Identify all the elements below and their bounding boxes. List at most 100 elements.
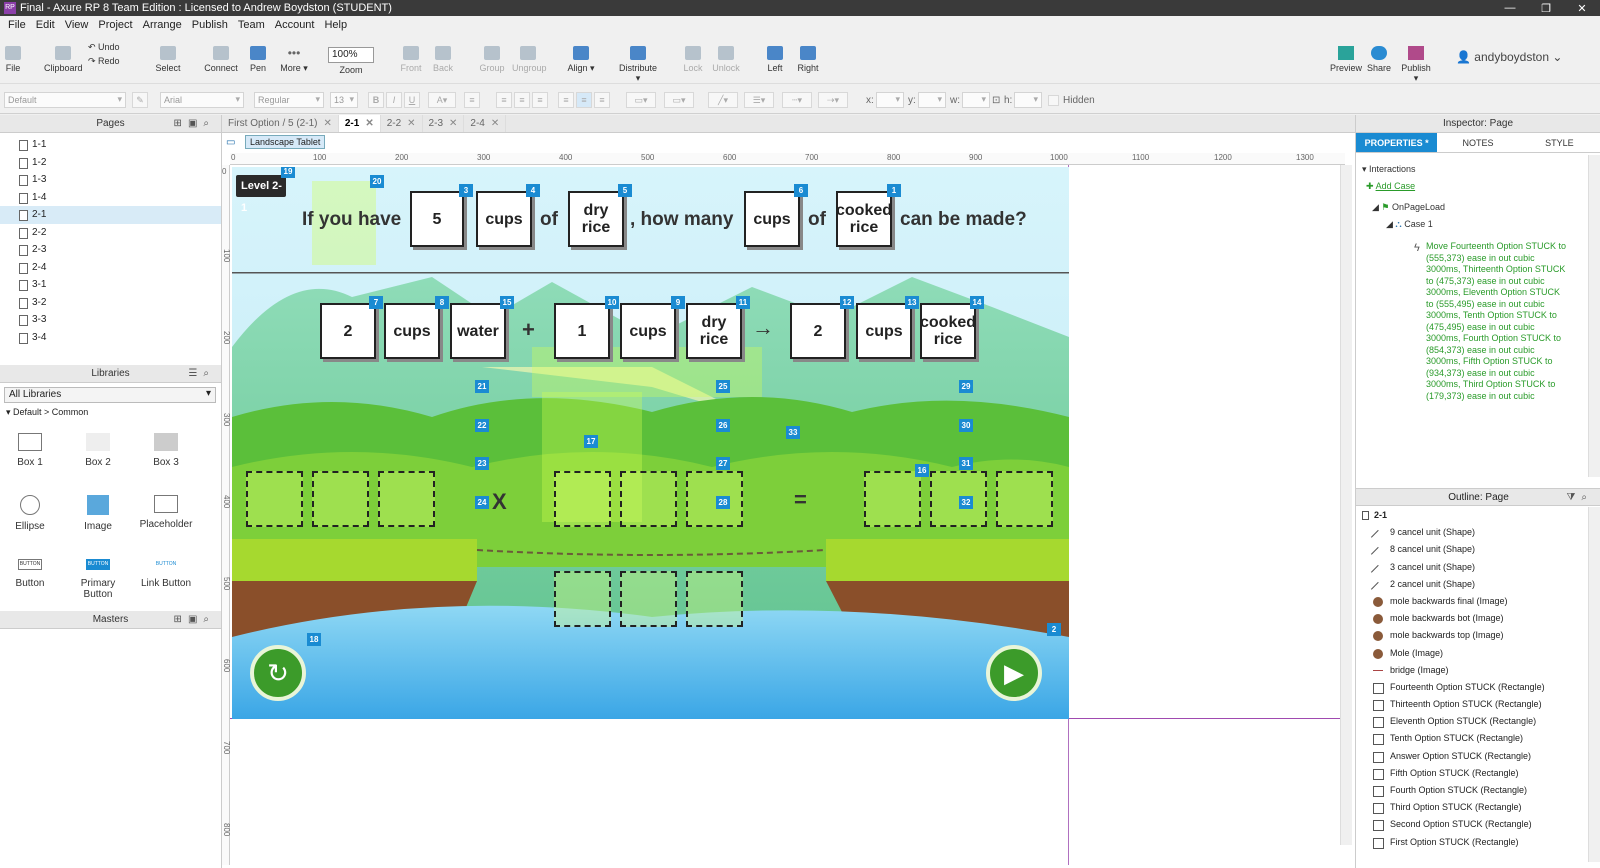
menu-project[interactable]: Project	[93, 19, 137, 31]
drop-slot[interactable]	[554, 571, 611, 627]
hidden-checkbox[interactable]	[1048, 95, 1059, 106]
outline-item[interactable]: Eleventh Option STUCK (Rectangle)	[1356, 713, 1561, 730]
close-icon[interactable]: ✕	[491, 118, 499, 129]
fill-color-icon[interactable]: ▭▾	[626, 92, 656, 108]
minimize-button[interactable]: —	[1492, 2, 1528, 14]
equation-card-cooked-rice[interactable]: cooked rice	[920, 303, 976, 359]
outline-item[interactable]: mole backwards final (Image)	[1356, 593, 1561, 610]
question-card-5[interactable]: 5	[410, 191, 464, 247]
widget-ellipse[interactable]: Ellipse	[0, 495, 60, 532]
page-item[interactable]: 2-2	[0, 224, 221, 242]
align-right-text-icon[interactable]: ≡	[532, 92, 548, 108]
library-select[interactable]: All Libraries	[4, 387, 216, 403]
replay-button[interactable]: ↻	[250, 645, 306, 701]
more-tools-button[interactable]: ••• More ▾	[278, 34, 310, 84]
widget-box2[interactable]: Box 2	[68, 433, 128, 468]
page-item[interactable]: 2-4	[0, 259, 221, 277]
redo-button[interactable]: ↷ Redo	[88, 56, 128, 67]
outline-item[interactable]: Second Option STUCK (Rectangle)	[1356, 816, 1561, 833]
outline-item[interactable]: 3 cancel unit (Shape)	[1356, 559, 1561, 579]
page-item[interactable]: 1-2	[0, 154, 221, 172]
ungroup-button[interactable]: Ungroup	[512, 34, 547, 84]
equation-card-1[interactable]: 1	[554, 303, 610, 359]
menu-view[interactable]: View	[60, 19, 94, 31]
valign-bottom-icon[interactable]: ≡	[594, 92, 610, 108]
unlock-button[interactable]: Unlock	[712, 34, 740, 84]
distribute-button[interactable]: Distribute ▾	[616, 34, 660, 84]
line-color-icon[interactable]: ╱▾	[708, 92, 738, 108]
outline-item[interactable]: bridge (Image)	[1356, 662, 1561, 679]
connect-tool[interactable]: Connect	[204, 34, 238, 84]
outline-item[interactable]: Fourth Option STUCK (Rectangle)	[1356, 782, 1561, 799]
menu-team[interactable]: Team	[233, 19, 270, 31]
canvas-vertical-scrollbar[interactable]	[1340, 165, 1352, 845]
select-tool[interactable]: Select	[148, 34, 188, 84]
equation-card-cups-3[interactable]: cups	[856, 303, 912, 359]
page-item[interactable]: 3-4	[0, 329, 221, 347]
valign-top-icon[interactable]: ≡	[558, 92, 574, 108]
case-1[interactable]: ◢ ⛬ Case 1	[1356, 216, 1600, 233]
adaptive-view-button[interactable]: Landscape Tablet	[245, 135, 326, 149]
clipboard-button[interactable]: Clipboard	[44, 34, 83, 84]
drop-slot[interactable]	[686, 571, 743, 627]
page-item-selected[interactable]: 2-1	[0, 206, 221, 224]
line-style-icon[interactable]: ┄▾	[782, 92, 812, 108]
menu-arrange[interactable]: Arrange	[138, 19, 187, 31]
search-icon[interactable]: ⌕	[203, 614, 215, 625]
send-back-button[interactable]: Back	[430, 34, 456, 84]
drop-slot[interactable]	[620, 571, 677, 627]
outline-item[interactable]: 8 cancel unit (Shape)	[1356, 541, 1561, 562]
maximize-button[interactable]: ❐	[1528, 2, 1564, 15]
move-action-text[interactable]: Move Fourteenth Option STUCK to (555,373…	[1426, 241, 1568, 402]
preview-button[interactable]: Preview	[1330, 34, 1362, 84]
drop-slot[interactable]	[996, 471, 1053, 527]
align-center-text-icon[interactable]: ≡	[514, 92, 530, 108]
filter-icon[interactable]: ⧩	[1566, 492, 1581, 503]
question-card-cooked-rice[interactable]: cooked rice	[836, 191, 892, 247]
question-card-cups-2[interactable]: cups	[744, 191, 800, 247]
adaptive-views-icon[interactable]: ▭	[226, 137, 235, 148]
menu-publish[interactable]: Publish	[187, 19, 233, 31]
drop-slot[interactable]	[620, 471, 677, 527]
outline-scrollbar[interactable]	[1588, 507, 1600, 862]
right-button[interactable]: Right	[796, 34, 820, 84]
widget-placeholder[interactable]: Placeholder	[136, 495, 196, 530]
widget-button[interactable]: BUTTON Button	[0, 559, 60, 589]
equation-card-2[interactable]: 2	[320, 303, 376, 359]
w-field[interactable]	[962, 92, 990, 108]
equation-card-water[interactable]: water	[450, 303, 506, 359]
tab-style[interactable]: STYLE	[1519, 133, 1600, 152]
user-account-menu[interactable]: 👤 andyboydston ⌄	[1456, 34, 1574, 84]
style-select[interactable]: Default	[4, 92, 126, 108]
bold-icon[interactable]: B	[368, 92, 384, 108]
drop-slot[interactable]	[246, 471, 303, 527]
valign-middle-icon[interactable]: ≡	[576, 92, 592, 108]
italic-icon[interactable]: I	[386, 92, 402, 108]
tab-2-1[interactable]: 2-1 ✕	[338, 115, 381, 132]
tab-notes[interactable]: NOTES	[1437, 133, 1518, 152]
widget-box3[interactable]: Box 3	[136, 433, 196, 468]
library-group-label[interactable]: ▾ Default > Common	[6, 407, 88, 418]
tab-first-option[interactable]: First Option / 5 (2-1) ✕	[222, 115, 339, 132]
drop-slot[interactable]	[378, 471, 435, 527]
outline-item[interactable]: First Option STUCK (Rectangle)	[1356, 834, 1561, 851]
outline-item[interactable]: Tenth Option STUCK (Rectangle)	[1356, 730, 1561, 747]
page-item[interactable]: 1-4	[0, 189, 221, 207]
tab-properties[interactable]: PROPERTIES *	[1356, 133, 1438, 152]
zoom-select[interactable]: 100%	[328, 47, 374, 63]
group-button[interactable]: Group	[478, 34, 506, 84]
align-button[interactable]: Align ▾	[566, 34, 596, 84]
style-edit-icon[interactable]: ✎	[132, 92, 148, 108]
lock-ratio-icon[interactable]: ⊡	[992, 95, 1000, 106]
file-button[interactable]: File	[2, 34, 24, 84]
add-master-icon[interactable]: ⊞	[174, 614, 188, 625]
drop-slot[interactable]	[864, 471, 921, 527]
outline-item[interactable]: Mole (Image)	[1356, 645, 1561, 662]
outline-item[interactable]: Thirteenth Option STUCK (Rectangle)	[1356, 696, 1561, 713]
add-folder-icon[interactable]: ▣	[188, 118, 203, 129]
outline-item[interactable]: Answer Option STUCK (Rectangle)	[1356, 748, 1561, 765]
search-icon[interactable]: ⌕	[203, 368, 215, 379]
pen-tool[interactable]: Pen	[246, 34, 270, 84]
arrow-style-icon[interactable]: ⇢▾	[818, 92, 848, 108]
bullet-list-icon[interactable]: ≡	[464, 92, 480, 108]
